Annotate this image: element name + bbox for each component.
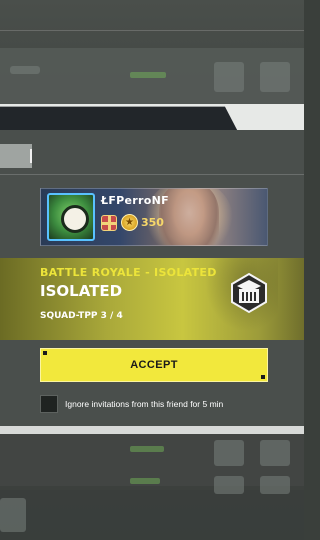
player-avatar[interactable] [47,193,95,241]
player-level: 350 [141,216,164,229]
ignore-label: Ignore invitations from this friend for … [65,399,224,409]
ignore-checkbox[interactable] [40,395,58,413]
bg-block [260,62,290,92]
mode-title: ISOLATED [40,282,123,300]
dialog-bottom-bar [0,426,304,434]
bg-block [130,446,164,452]
ignore-option[interactable]: Ignore invitations from this friend for … [40,394,223,414]
bg-divider [0,30,304,31]
squad-info: SQUAD-TPP 3 / 4 [40,311,123,321]
mode-subtitle: BATTLE ROYALE - ISOLATED [40,266,217,279]
level-star-icon: ★ [121,214,138,231]
accept-button[interactable]: ACCEPT [40,348,268,382]
bg-block [214,440,244,466]
text-caret [30,149,32,163]
bg-block [214,62,244,92]
friend-banner[interactable]: ŁFPerroNF ★ 350 [40,188,268,246]
bg-block [130,72,166,78]
bg-block [0,498,26,532]
bg-block [260,440,290,466]
bg-block [10,66,40,74]
gift-icon [101,215,117,231]
player-name: ŁFPerroNF [101,194,169,207]
invite-dialog: ŁFPerroNF ★ 350 BATTLE ROYALE - ISOLATED… [0,104,304,434]
bg-block [130,478,160,484]
input-strip[interactable] [0,144,32,168]
bg-block [260,476,290,494]
bg-block [214,476,244,494]
bg-row [0,490,304,540]
dialog-divider [0,174,304,175]
building-mode-icon [231,272,267,314]
